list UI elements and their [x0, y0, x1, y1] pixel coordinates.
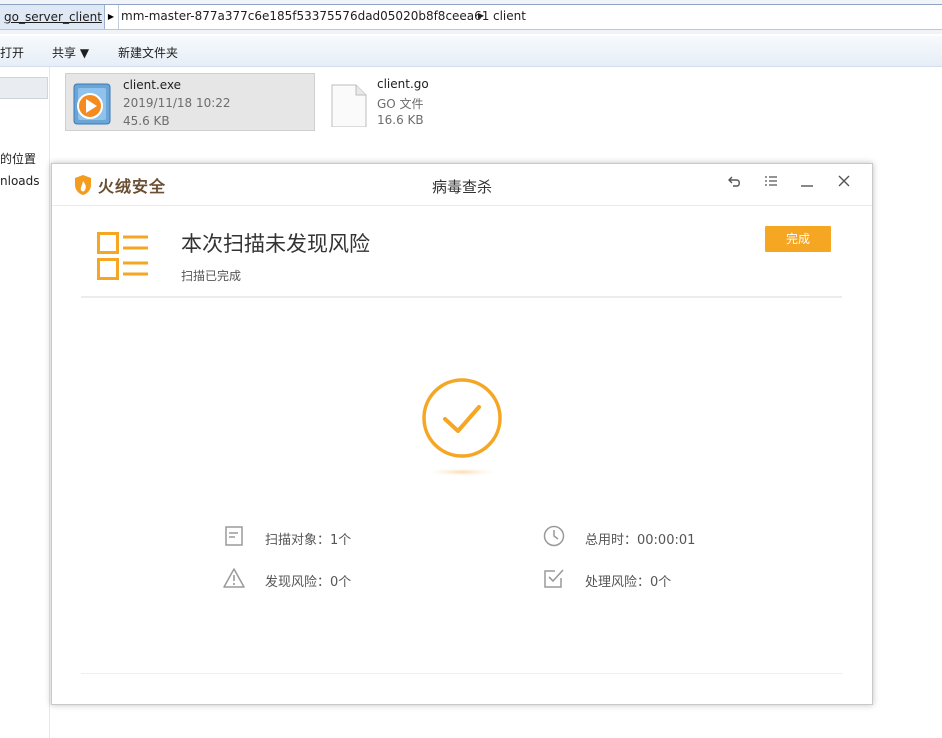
file-type: GO 文件: [377, 97, 424, 111]
nav-item-downloads[interactable]: nloads: [0, 174, 40, 188]
scan-objects-icon: [225, 526, 243, 546]
checkbox-handled-icon: [544, 569, 564, 588]
file-size: 16.6 KB: [377, 113, 424, 127]
file-size: 45.6 KB: [123, 114, 170, 128]
share-button[interactable]: 共享 ▼: [52, 44, 89, 61]
address-box[interactable]: go_server_client ▶ mm-master-877a377c6e1…: [0, 4, 942, 30]
explorer-toolbar: 打开 共享 ▼ 新建文件夹: [0, 36, 942, 67]
open-button[interactable]: 打开: [0, 44, 24, 61]
dialog-titlebar: 火绒安全 病毒查杀: [52, 164, 872, 206]
file-date: 2019/11/18 10:22: [123, 96, 231, 110]
done-button[interactable]: 完成: [765, 226, 831, 252]
menu-list-icon[interactable]: [761, 174, 781, 194]
divider: [81, 673, 842, 674]
new-folder-button[interactable]: 新建文件夹: [118, 44, 178, 61]
virus-scan-dialog: 火绒安全 病毒查杀 本次扫描未发现风险 扫描已完成 完成 扫描对象：1个 总用时…: [51, 163, 873, 705]
navigation-pane: 的位置 nloads: [0, 67, 50, 738]
file-name: client.exe: [123, 78, 182, 92]
back-icon[interactable]: [725, 174, 745, 194]
risks-handled-stat: 处理风险：0个: [585, 575, 672, 590]
breadcrumb-chevron-icon[interactable]: ▶: [104, 5, 119, 29]
scan-objects-stat: 扫描对象：1个: [265, 533, 352, 548]
risks-found-stat: 发现风险：0个: [265, 575, 352, 590]
breadcrumb-chevron-icon[interactable]: ▶: [478, 11, 484, 20]
blank-document-icon: [331, 84, 367, 127]
report-list-icon: [97, 232, 148, 280]
file-item-client-go[interactable]: client.go GO 文件 16.6 KB: [320, 73, 520, 129]
minimize-icon[interactable]: [797, 174, 817, 194]
divider: [81, 296, 842, 298]
warning-icon: [223, 568, 245, 588]
dialog-title: 病毒查杀: [431, 178, 492, 196]
scan-result-headline: 本次扫描未发现风险: [181, 232, 370, 256]
breadcrumb-go-server-client[interactable]: go_server_client: [0, 5, 105, 29]
total-time-stat: 总用时：00:00:01: [585, 533, 696, 548]
nav-item-location[interactable]: 的位置: [0, 150, 36, 167]
file-item-client-exe[interactable]: client.exe 2019/11/18 10:22 45.6 KB: [65, 73, 315, 131]
file-name: client.go: [377, 77, 429, 91]
scan-status-text: 扫描已完成: [181, 269, 242, 283]
clock-icon: [543, 525, 565, 547]
address-bar-area: go_server_client ▶ mm-master-877a377c6e1…: [0, 0, 942, 34]
breadcrumb-client[interactable]: client: [493, 9, 526, 23]
breadcrumb-mm-master[interactable]: mm-master-877a377c6e185f53375576dad05020…: [121, 9, 489, 23]
nav-pane-item[interactable]: [0, 77, 48, 99]
close-icon[interactable]: [834, 174, 854, 194]
success-check-icon: [422, 378, 502, 476]
media-player-exe-icon: [73, 83, 111, 125]
